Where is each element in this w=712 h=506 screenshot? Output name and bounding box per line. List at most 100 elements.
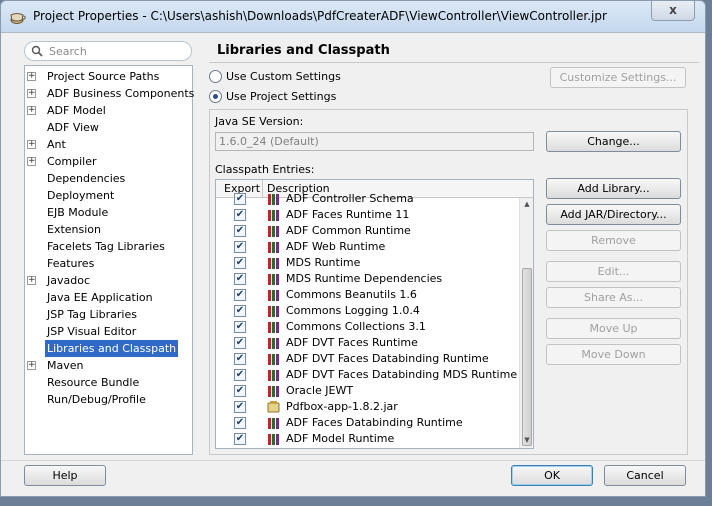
table-row[interactable]: ✔ Oracle JEWT (216, 383, 517, 399)
table-row[interactable]: ✔ Commons Beanutils 1.6 (216, 287, 517, 303)
library-icon (268, 354, 279, 365)
table-row[interactable]: ✔ Pdfbox-app-1.8.2.jar (216, 399, 517, 415)
table-row[interactable]: ✔ ADF Web Runtime (216, 239, 517, 255)
radio-label: Use Custom Settings (226, 70, 341, 83)
export-checkbox[interactable]: ✔ (234, 305, 246, 317)
scroll-thumb[interactable] (522, 268, 532, 446)
nav-item[interactable]: JSP Visual Editor (25, 323, 191, 340)
nav-item[interactable]: Dependencies (25, 170, 191, 187)
search-input[interactable]: Search (24, 41, 192, 61)
nav-item[interactable]: Facelets Tag Libraries (25, 238, 191, 255)
nav-item[interactable]: EJB Module (25, 204, 191, 221)
entry-name: ADF DVT Faces Runtime (286, 336, 418, 349)
nav-item[interactable]: + Javadoc (25, 272, 191, 289)
export-checkbox[interactable]: ✔ (234, 209, 246, 221)
export-checkbox[interactable]: ✔ (234, 289, 246, 301)
nav-item-label: ADF Business Components (47, 87, 195, 100)
table-row[interactable]: ✔ MDS Runtime Dependencies (216, 271, 517, 287)
nav-item[interactable]: Deployment (25, 187, 191, 204)
library-icon (268, 210, 279, 221)
nav-item-label: Maven (47, 359, 84, 372)
table-row[interactable]: ✔ ADF Model Runtime (216, 431, 517, 447)
table-row[interactable]: ✔ ADF Common Runtime (216, 223, 517, 239)
customize-settings-button[interactable]: Customize Settings... (550, 67, 686, 88)
export-checkbox[interactable]: ✔ (234, 385, 246, 397)
add-jar-directory-button[interactable]: Add JAR/Directory... (546, 204, 681, 225)
export-checkbox[interactable]: ✔ (234, 353, 246, 365)
library-icon (268, 418, 279, 429)
export-checkbox[interactable]: ✔ (234, 193, 246, 205)
expand-icon[interactable]: + (27, 361, 36, 370)
entry-name: ADF Faces Databinding Runtime (286, 416, 463, 429)
nav-item-label: ADF View (47, 121, 99, 134)
nav-item[interactable]: Libraries and Classpath (25, 340, 191, 357)
close-button[interactable]: x (651, 1, 695, 21)
move-up-button[interactable]: Move Up (546, 318, 681, 339)
nav-item[interactable]: + Compiler (25, 153, 191, 170)
table-row[interactable]: ✔ ADF DVT Faces Runtime (216, 335, 517, 351)
nav-item[interactable]: ADF View (25, 119, 191, 136)
page-title: Libraries and Classpath (209, 41, 699, 63)
table-row[interactable]: ✔ Commons Logging 1.0.4 (216, 303, 517, 319)
expand-icon[interactable]: + (27, 276, 36, 285)
library-icon (268, 434, 279, 445)
table-row[interactable]: ✔ MDS Runtime (216, 255, 517, 271)
nav-item[interactable]: Features (25, 255, 191, 272)
export-checkbox[interactable]: ✔ (234, 369, 246, 381)
entry-name: MDS Runtime (286, 256, 361, 269)
export-checkbox[interactable]: ✔ (234, 273, 246, 285)
expand-icon[interactable]: + (27, 157, 36, 166)
export-checkbox[interactable]: ✔ (234, 241, 246, 253)
nav-item[interactable]: JSP Tag Libraries (25, 306, 191, 323)
table-row[interactable]: ✔ ADF Faces Runtime 11 (216, 207, 517, 223)
table-row-partial[interactable]: ✔ ADF Controller Schema (216, 191, 517, 207)
remove-button[interactable]: Remove (546, 230, 681, 251)
expand-icon[interactable]: + (27, 72, 36, 81)
expand-icon[interactable]: + (27, 140, 36, 149)
export-checkbox[interactable]: ✔ (234, 225, 246, 237)
scroll-down-arrow-icon[interactable]: ▼ (522, 436, 532, 446)
nav-item[interactable]: Extension (25, 221, 191, 238)
nav-item[interactable]: Run/Debug/Profile (25, 391, 191, 408)
change-button[interactable]: Change... (546, 131, 681, 152)
nav-item[interactable]: + Ant (25, 136, 191, 153)
nav-item[interactable]: + ADF Model (25, 102, 191, 119)
edit-button[interactable]: Edit... (546, 261, 681, 282)
nav-item[interactable]: + Project Source Paths (25, 68, 191, 85)
export-checkbox[interactable]: ✔ (234, 401, 246, 413)
nav-item[interactable]: Java EE Application (25, 289, 191, 306)
table-row[interactable]: ✔ Commons Collections 3.1 (216, 319, 517, 335)
export-checkbox[interactable]: ✔ (234, 257, 246, 269)
table-row[interactable]: ✔ ADF Faces Databinding Runtime (216, 415, 517, 431)
nav-item-label: Extension (47, 223, 102, 236)
table-row[interactable]: ✔ ADF DVT Faces Databinding Runtime (216, 351, 517, 367)
title-bar[interactable]: Project Properties - C:\Users\ashish\Dow… (1, 1, 705, 33)
export-checkbox[interactable]: ✔ (234, 337, 246, 349)
expand-icon[interactable]: + (27, 106, 36, 115)
nav-item-label: Project Source Paths (47, 70, 160, 83)
nav-item[interactable]: + ADF Business Components (25, 85, 194, 102)
nav-item-label: ADF Model (47, 104, 106, 117)
move-down-button[interactable]: Move Down (546, 344, 681, 365)
nav-item[interactable]: + Maven (25, 357, 191, 374)
radio-button-selected[interactable] (209, 90, 222, 103)
vertical-scrollbar[interactable]: ▲ ▼ (519, 198, 533, 448)
settings-navigator-tree: + Project Source Paths + ADF Business Compo… (24, 65, 194, 455)
export-checkbox[interactable]: ✔ (234, 433, 246, 445)
export-checkbox[interactable]: ✔ (234, 321, 246, 333)
entry-name: ADF Faces Runtime 11 (286, 208, 410, 221)
nav-item-label: Javadoc (47, 274, 90, 287)
nav-item[interactable]: Resource Bundle (25, 374, 191, 391)
cancel-button[interactable]: Cancel (604, 465, 686, 486)
close-icon: x (669, 3, 677, 17)
add-library-button[interactable]: Add Library... (546, 178, 681, 199)
expand-icon[interactable]: + (27, 89, 36, 98)
export-checkbox[interactable]: ✔ (234, 417, 246, 429)
help-button[interactable]: Help (24, 465, 106, 486)
radio-button[interactable] (209, 70, 222, 83)
scroll-up-arrow-icon[interactable]: ▲ (522, 200, 532, 210)
share-as-button[interactable]: Share As... (546, 287, 681, 308)
ok-button[interactable]: OK (511, 465, 593, 486)
table-row[interactable]: ✔ ADF DVT Faces Databinding MDS Runtime (216, 367, 517, 383)
entry-name: MDS Runtime Dependencies (286, 272, 443, 285)
